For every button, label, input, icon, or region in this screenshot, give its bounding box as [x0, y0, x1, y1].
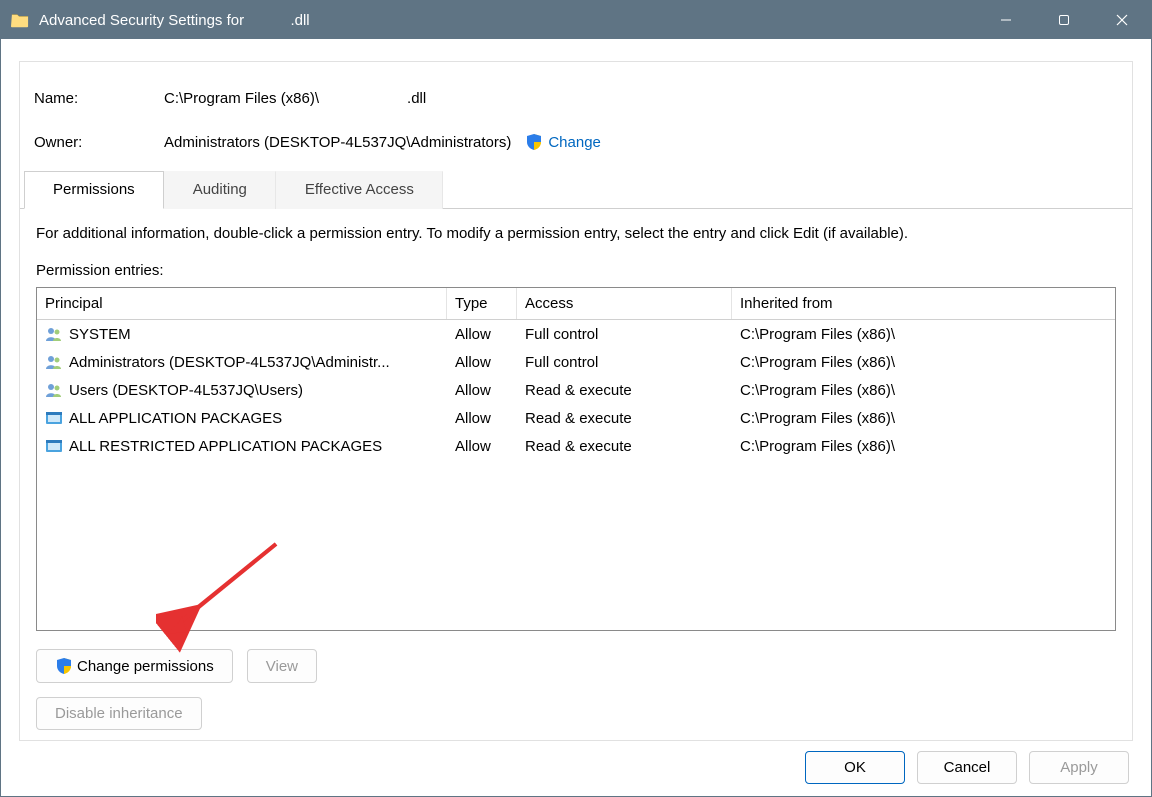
disable-inheritance-button[interactable]: Disable inheritance: [36, 697, 202, 730]
apply-button[interactable]: Apply: [1029, 751, 1129, 784]
owner-row: Owner: Administrators (DESKTOP-4L537JQ\A…: [34, 120, 1118, 164]
package-icon: [45, 409, 63, 427]
cell-access: Read & execute: [517, 408, 732, 429]
change-permissions-label: Change permissions: [77, 658, 214, 675]
permission-entries-grid[interactable]: Principal Type Access Inherited from SYS…: [36, 287, 1116, 631]
dialog-footer-buttons: OK Cancel Apply: [19, 751, 1133, 784]
cell-principal: ALL RESTRICTED APPLICATION PACKAGES: [37, 435, 447, 457]
cell-type: Allow: [447, 408, 517, 429]
advanced-security-window: Advanced Security Settings for .dll Name…: [0, 0, 1152, 797]
title-suffix: .dll: [290, 12, 309, 29]
cell-type: Allow: [447, 380, 517, 401]
cell-access: Full control: [517, 324, 732, 345]
table-row[interactable]: Administrators (DESKTOP-4L537JQ\Administ…: [37, 348, 1115, 376]
name-label: Name:: [34, 90, 164, 107]
entries-label: Permission entries:: [36, 262, 1116, 279]
name-value: C:\Program Files (x86)\ .dll: [164, 90, 426, 107]
cell-inherited: C:\Program Files (x86)\: [732, 352, 1115, 373]
grid-rows: SYSTEMAllowFull controlC:\Program Files …: [37, 320, 1115, 460]
cell-access: Read & execute: [517, 436, 732, 457]
change-permissions-button[interactable]: Change permissions: [36, 649, 233, 683]
metadata-section: Name: C:\Program Files (x86)\ .dll Owner:…: [20, 62, 1132, 170]
change-link-text: Change: [548, 134, 601, 151]
cell-access: Full control: [517, 352, 732, 373]
cell-principal: Users (DESKTOP-4L537JQ\Users): [37, 379, 447, 401]
tab-strip: Permissions Auditing Effective Access: [20, 170, 1132, 209]
table-row[interactable]: SYSTEM AllowFull controlC:\Program Files …: [37, 320, 1115, 348]
content-area: Name: C:\Program Files (x86)\ .dll Owner:…: [1, 39, 1151, 796]
tab-auditing[interactable]: Auditing: [164, 171, 276, 209]
tab-permissions[interactable]: Permissions: [24, 171, 164, 209]
users-icon: [45, 353, 63, 371]
cell-inherited: C:\Program Files (x86)\: [732, 408, 1115, 429]
principal-text: SYSTEM: [69, 326, 131, 343]
ok-button[interactable]: OK: [805, 751, 905, 784]
owner-value-group: Administrators (DESKTOP-4L537JQ\Administ…: [164, 133, 601, 151]
name-row: Name: C:\Program Files (x86)\ .dll: [34, 76, 1118, 120]
col-type[interactable]: Type: [447, 288, 517, 319]
grid-header-row: Principal Type Access Inherited from: [37, 288, 1115, 320]
cell-inherited: C:\Program Files (x86)\: [732, 380, 1115, 401]
title-prefix: Advanced Security Settings for: [39, 12, 244, 29]
minimize-button[interactable]: [977, 1, 1035, 39]
name-path-prefix: C:\Program Files (x86)\: [164, 90, 319, 107]
shield-icon: [55, 657, 73, 675]
users-icon: [45, 325, 63, 343]
name-path-suffix: .dll: [407, 90, 426, 107]
cell-type: Allow: [447, 324, 517, 345]
principal-text: ALL RESTRICTED APPLICATION PACKAGES: [69, 438, 382, 455]
window-controls: [977, 1, 1151, 39]
principal-text: Administrators (DESKTOP-4L537JQ\Administ…: [69, 354, 390, 371]
principal-text: Users (DESKTOP-4L537JQ\Users): [69, 382, 303, 399]
permissions-tab-body: For additional information, double-click…: [20, 209, 1132, 740]
window-title: Advanced Security Settings for .dll: [39, 12, 310, 29]
principal-text: ALL APPLICATION PACKAGES: [69, 410, 282, 427]
change-owner-link[interactable]: Change: [525, 133, 601, 151]
titlebar: Advanced Security Settings for .dll: [1, 1, 1151, 39]
table-row[interactable]: Users (DESKTOP-4L537JQ\Users) AllowRead &…: [37, 376, 1115, 404]
cell-principal: ALL APPLICATION PACKAGES: [37, 407, 447, 429]
cell-principal: SYSTEM: [37, 323, 447, 345]
action-button-row: Change permissions View: [36, 649, 1116, 683]
col-inherited[interactable]: Inherited from: [732, 288, 1115, 319]
users-icon: [45, 381, 63, 399]
cell-inherited: C:\Program Files (x86)\: [732, 436, 1115, 457]
table-row[interactable]: ALL APPLICATION PACKAGES AllowRead & exec…: [37, 404, 1115, 432]
cell-access: Read & execute: [517, 380, 732, 401]
close-button[interactable]: [1093, 1, 1151, 39]
maximize-button[interactable]: [1035, 1, 1093, 39]
info-text: For additional information, double-click…: [36, 225, 1116, 242]
col-access[interactable]: Access: [517, 288, 732, 319]
view-button[interactable]: View: [247, 649, 317, 683]
inherit-button-row: Disable inheritance: [36, 697, 1116, 730]
owner-value: Administrators (DESKTOP-4L537JQ\Administ…: [164, 134, 511, 151]
main-panel: Name: C:\Program Files (x86)\ .dll Owner:…: [19, 61, 1133, 741]
owner-label: Owner:: [34, 134, 164, 151]
cell-type: Allow: [447, 436, 517, 457]
col-principal[interactable]: Principal: [37, 288, 447, 319]
folder-icon: [11, 12, 29, 28]
package-icon: [45, 437, 63, 455]
table-row[interactable]: ALL RESTRICTED APPLICATION PACKAGES Allow…: [37, 432, 1115, 460]
tab-effective-access[interactable]: Effective Access: [276, 171, 443, 209]
cell-type: Allow: [447, 352, 517, 373]
cell-principal: Administrators (DESKTOP-4L537JQ\Administ…: [37, 351, 447, 373]
cell-inherited: C:\Program Files (x86)\: [732, 324, 1115, 345]
cancel-button[interactable]: Cancel: [917, 751, 1017, 784]
shield-icon: [525, 133, 543, 151]
